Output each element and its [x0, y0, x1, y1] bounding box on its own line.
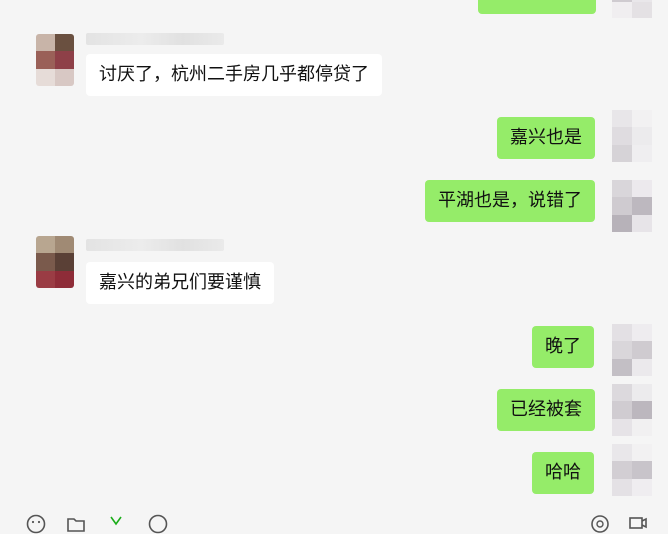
my-avatar[interactable]: [612, 180, 652, 232]
scissors-icon[interactable]: [106, 514, 126, 534]
contact-name-blurred: [86, 33, 224, 45]
contact-avatar[interactable]: [36, 236, 74, 288]
message-bubble-incoming[interactable]: 嘉兴的弟兄们要谨慎: [86, 262, 274, 304]
contact-name-blurred: [86, 239, 224, 251]
input-toolbar: [0, 512, 668, 534]
phone-icon[interactable]: [628, 514, 648, 534]
chat-history-icon[interactable]: [148, 514, 168, 534]
my-avatar[interactable]: [612, 0, 652, 18]
message-bubble-outgoing[interactable]: 哈哈: [532, 452, 594, 494]
message-bubble-incoming[interactable]: 讨厌了，杭州二手房几乎都停贷了: [86, 54, 382, 96]
chat-window: 讨厌了，杭州二手房几乎都停贷了 嘉兴也是 平湖也是，说错了 嘉兴的弟兄们要谨慎 …: [0, 0, 668, 534]
my-avatar[interactable]: [612, 110, 652, 162]
message-bubble-outgoing-partial[interactable]: [478, 0, 596, 14]
my-avatar[interactable]: [612, 384, 652, 436]
contact-avatar[interactable]: [36, 34, 74, 86]
folder-icon[interactable]: [66, 514, 86, 534]
video-call-icon[interactable]: [590, 514, 610, 534]
emoji-icon[interactable]: [26, 514, 46, 534]
message-bubble-outgoing[interactable]: 平湖也是，说错了: [425, 180, 595, 222]
my-avatar[interactable]: [612, 324, 652, 376]
message-bubble-outgoing[interactable]: 嘉兴也是: [497, 117, 595, 159]
message-bubble-outgoing[interactable]: 晚了: [532, 326, 594, 368]
message-bubble-outgoing[interactable]: 已经被套: [497, 389, 595, 431]
my-avatar[interactable]: [612, 444, 652, 496]
